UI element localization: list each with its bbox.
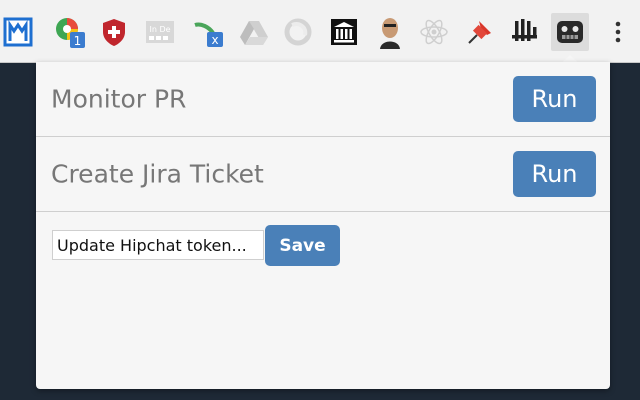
svg-text:x: x: [211, 33, 218, 47]
bookmark-app-icon[interactable]: [0, 14, 36, 50]
save-button[interactable]: Save: [265, 225, 340, 266]
run-monitor-pr-button[interactable]: Run: [513, 76, 596, 122]
browser-toolbar: 1 In De x: [0, 0, 640, 63]
action-label: Monitor PR: [51, 84, 187, 114]
svg-text:In De: In De: [149, 25, 170, 34]
toggle-extension-icon[interactable]: x: [190, 14, 226, 50]
svg-text:1: 1: [74, 34, 82, 48]
color-picker-icon[interactable]: 1: [52, 14, 88, 50]
google-drive-icon[interactable]: [236, 14, 272, 50]
action-row-monitor-pr: Monitor PR Run: [36, 62, 610, 137]
bars-hand-icon[interactable]: [506, 14, 542, 50]
action-row-create-jira-ticket: Create Jira Ticket Run: [36, 137, 610, 212]
hipchat-token-input[interactable]: [52, 230, 264, 260]
pushpin-icon[interactable]: [462, 14, 498, 50]
shield-plus-icon[interactable]: [96, 14, 132, 50]
indeed-icon[interactable]: In De: [142, 14, 178, 50]
archive-building-icon[interactable]: [326, 14, 362, 50]
action-label: Create Jira Ticket: [51, 159, 264, 189]
react-atom-icon[interactable]: [416, 14, 452, 50]
robot-icon[interactable]: [551, 13, 589, 51]
more-menu-icon[interactable]: [600, 14, 636, 50]
extension-popup: Monitor PR Run Create Jira Ticket Run Sa…: [36, 62, 610, 389]
run-create-jira-ticket-button[interactable]: Run: [513, 151, 596, 197]
swirl-icon[interactable]: [280, 14, 316, 50]
portrait-icon[interactable]: [372, 14, 408, 50]
